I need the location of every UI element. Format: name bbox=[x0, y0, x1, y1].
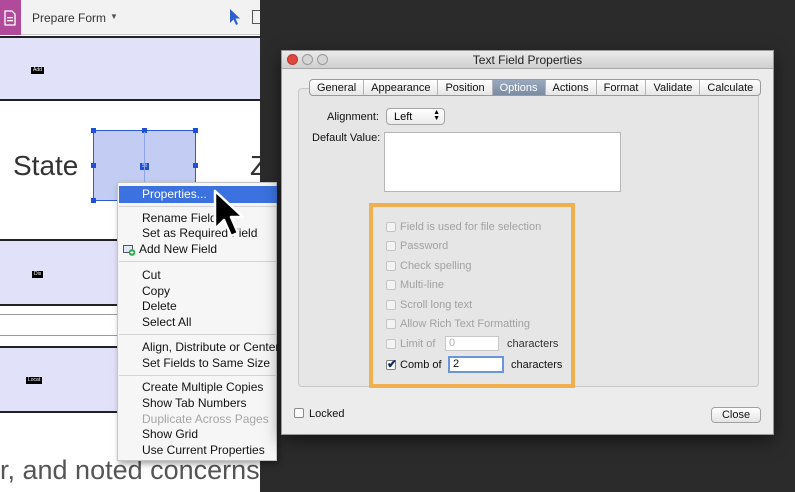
menu-item-cut[interactable]: Cut bbox=[142, 268, 161, 283]
add-field-icon bbox=[123, 245, 136, 256]
comb-characters-suffix: characters bbox=[511, 359, 563, 371]
close-button[interactable]: Close bbox=[711, 407, 761, 423]
menu-item-align-distribute[interactable]: Align, Distribute or Center bbox=[142, 340, 279, 355]
menu-item-copy[interactable]: Copy bbox=[142, 284, 170, 299]
menu-item-properties[interactable]: Properties... bbox=[119, 186, 277, 203]
menu-item-label: Properties... bbox=[142, 187, 207, 201]
checkbox bbox=[386, 319, 396, 329]
arrow-pointer-icon[interactable] bbox=[228, 8, 242, 26]
dialog-titlebar[interactable]: Text Field Properties bbox=[282, 51, 773, 69]
tab-actions[interactable]: Actions bbox=[546, 80, 597, 95]
option-label: Password bbox=[400, 240, 449, 252]
resize-handle[interactable] bbox=[193, 128, 198, 133]
alignment-value: Left bbox=[394, 111, 413, 123]
option-label: Limit of bbox=[400, 338, 436, 350]
text-field-properties-dialog: Text Field Properties General Appearance… bbox=[281, 50, 774, 435]
tab-validate[interactable]: Validate bbox=[646, 80, 701, 95]
menu-item-delete[interactable]: Delete bbox=[142, 299, 177, 314]
tab-general[interactable]: General bbox=[310, 80, 365, 95]
chevron-down-icon[interactable]: ▼ bbox=[110, 12, 118, 21]
menu-item-select-all[interactable]: Select All bbox=[142, 315, 191, 330]
resize-handle[interactable] bbox=[193, 163, 198, 168]
field-name-tag: Locat bbox=[26, 377, 43, 384]
form-field-band[interactable]: Add bbox=[0, 36, 260, 101]
prepare-form-tool-icon[interactable] bbox=[0, 0, 21, 35]
option-label: Check spelling bbox=[400, 260, 472, 272]
checkbox bbox=[386, 339, 396, 349]
field-name-tag: Add bbox=[31, 67, 44, 74]
option-label: Multi-line bbox=[400, 279, 445, 291]
default-value-label: Default Value: bbox=[312, 132, 381, 144]
menu-item-duplicate-across-pages: Duplicate Across Pages bbox=[142, 412, 269, 426]
menu-separator bbox=[119, 334, 277, 335]
tab-options[interactable]: Options bbox=[492, 80, 546, 95]
field-name-tag: Dis bbox=[32, 271, 44, 278]
menu-item-show-tab-numbers[interactable]: Show Tab Numbers bbox=[142, 396, 247, 411]
checkmark-icon: ✔ bbox=[387, 357, 398, 371]
menu-item-use-current-properties[interactable]: Use Current Properties bbox=[142, 443, 265, 458]
checkbox bbox=[386, 261, 396, 271]
option-label: Allow Rich Text Formatting bbox=[400, 318, 531, 330]
checkbox[interactable]: ✔ bbox=[386, 357, 398, 371]
menu-item-same-size[interactable]: Set Fields to Same Size bbox=[142, 356, 270, 371]
tab-format[interactable]: Format bbox=[597, 80, 647, 95]
comb-characters-input[interactable]: 2 bbox=[448, 356, 504, 373]
checkbox bbox=[386, 241, 396, 251]
menu-item-add-new-field[interactable]: Add New Field bbox=[139, 242, 217, 257]
tab-bar: General Appearance Position Options Acti… bbox=[309, 79, 762, 96]
select-object-icon[interactable] bbox=[252, 10, 260, 24]
limit-characters-suffix: characters bbox=[507, 338, 559, 350]
option-label: Scroll long text bbox=[400, 299, 473, 311]
tab-calculate[interactable]: Calculate bbox=[700, 80, 760, 95]
checkbox bbox=[386, 280, 396, 290]
menu-separator bbox=[119, 206, 277, 207]
state-label: State bbox=[13, 150, 79, 181]
resize-handle[interactable] bbox=[91, 128, 96, 133]
default-value-input[interactable] bbox=[384, 132, 621, 192]
menu-separator bbox=[119, 261, 277, 262]
tab-appearance[interactable]: Appearance bbox=[364, 80, 439, 95]
menu-item-create-copies[interactable]: Create Multiple Copies bbox=[142, 380, 263, 395]
resize-handle[interactable] bbox=[91, 198, 96, 203]
option-label: Field is used for file selection bbox=[400, 221, 542, 233]
context-menu: Properties... Rename Field Set as Requir… bbox=[117, 182, 279, 461]
option-label: Comb of bbox=[400, 359, 442, 371]
locked-checkbox[interactable] bbox=[294, 408, 304, 418]
prepare-form-menu[interactable]: Prepare Form bbox=[32, 11, 106, 25]
menu-item-rename-field[interactable]: Rename Field bbox=[142, 211, 217, 226]
tab-position[interactable]: Position bbox=[438, 80, 493, 95]
alignment-select[interactable]: Left ▲ ▼ bbox=[386, 108, 445, 125]
alignment-label: Alignment: bbox=[327, 111, 379, 123]
dialog-title: Text Field Properties bbox=[472, 53, 583, 67]
resize-handle[interactable] bbox=[91, 163, 96, 168]
mouse-cursor-icon bbox=[213, 189, 245, 238]
checkbox bbox=[386, 222, 396, 232]
locked-label: Locked bbox=[309, 408, 345, 420]
checkbox bbox=[386, 300, 396, 310]
menu-separator bbox=[119, 375, 277, 376]
limit-characters-input: 0 bbox=[445, 336, 499, 351]
updown-arrows-icon: ▲ ▼ bbox=[433, 109, 440, 122]
menu-item-show-grid[interactable]: Show Grid bbox=[142, 427, 198, 442]
toolbar: Prepare Form ▼ bbox=[0, 0, 260, 35]
zip-label: Z bbox=[250, 150, 260, 181]
